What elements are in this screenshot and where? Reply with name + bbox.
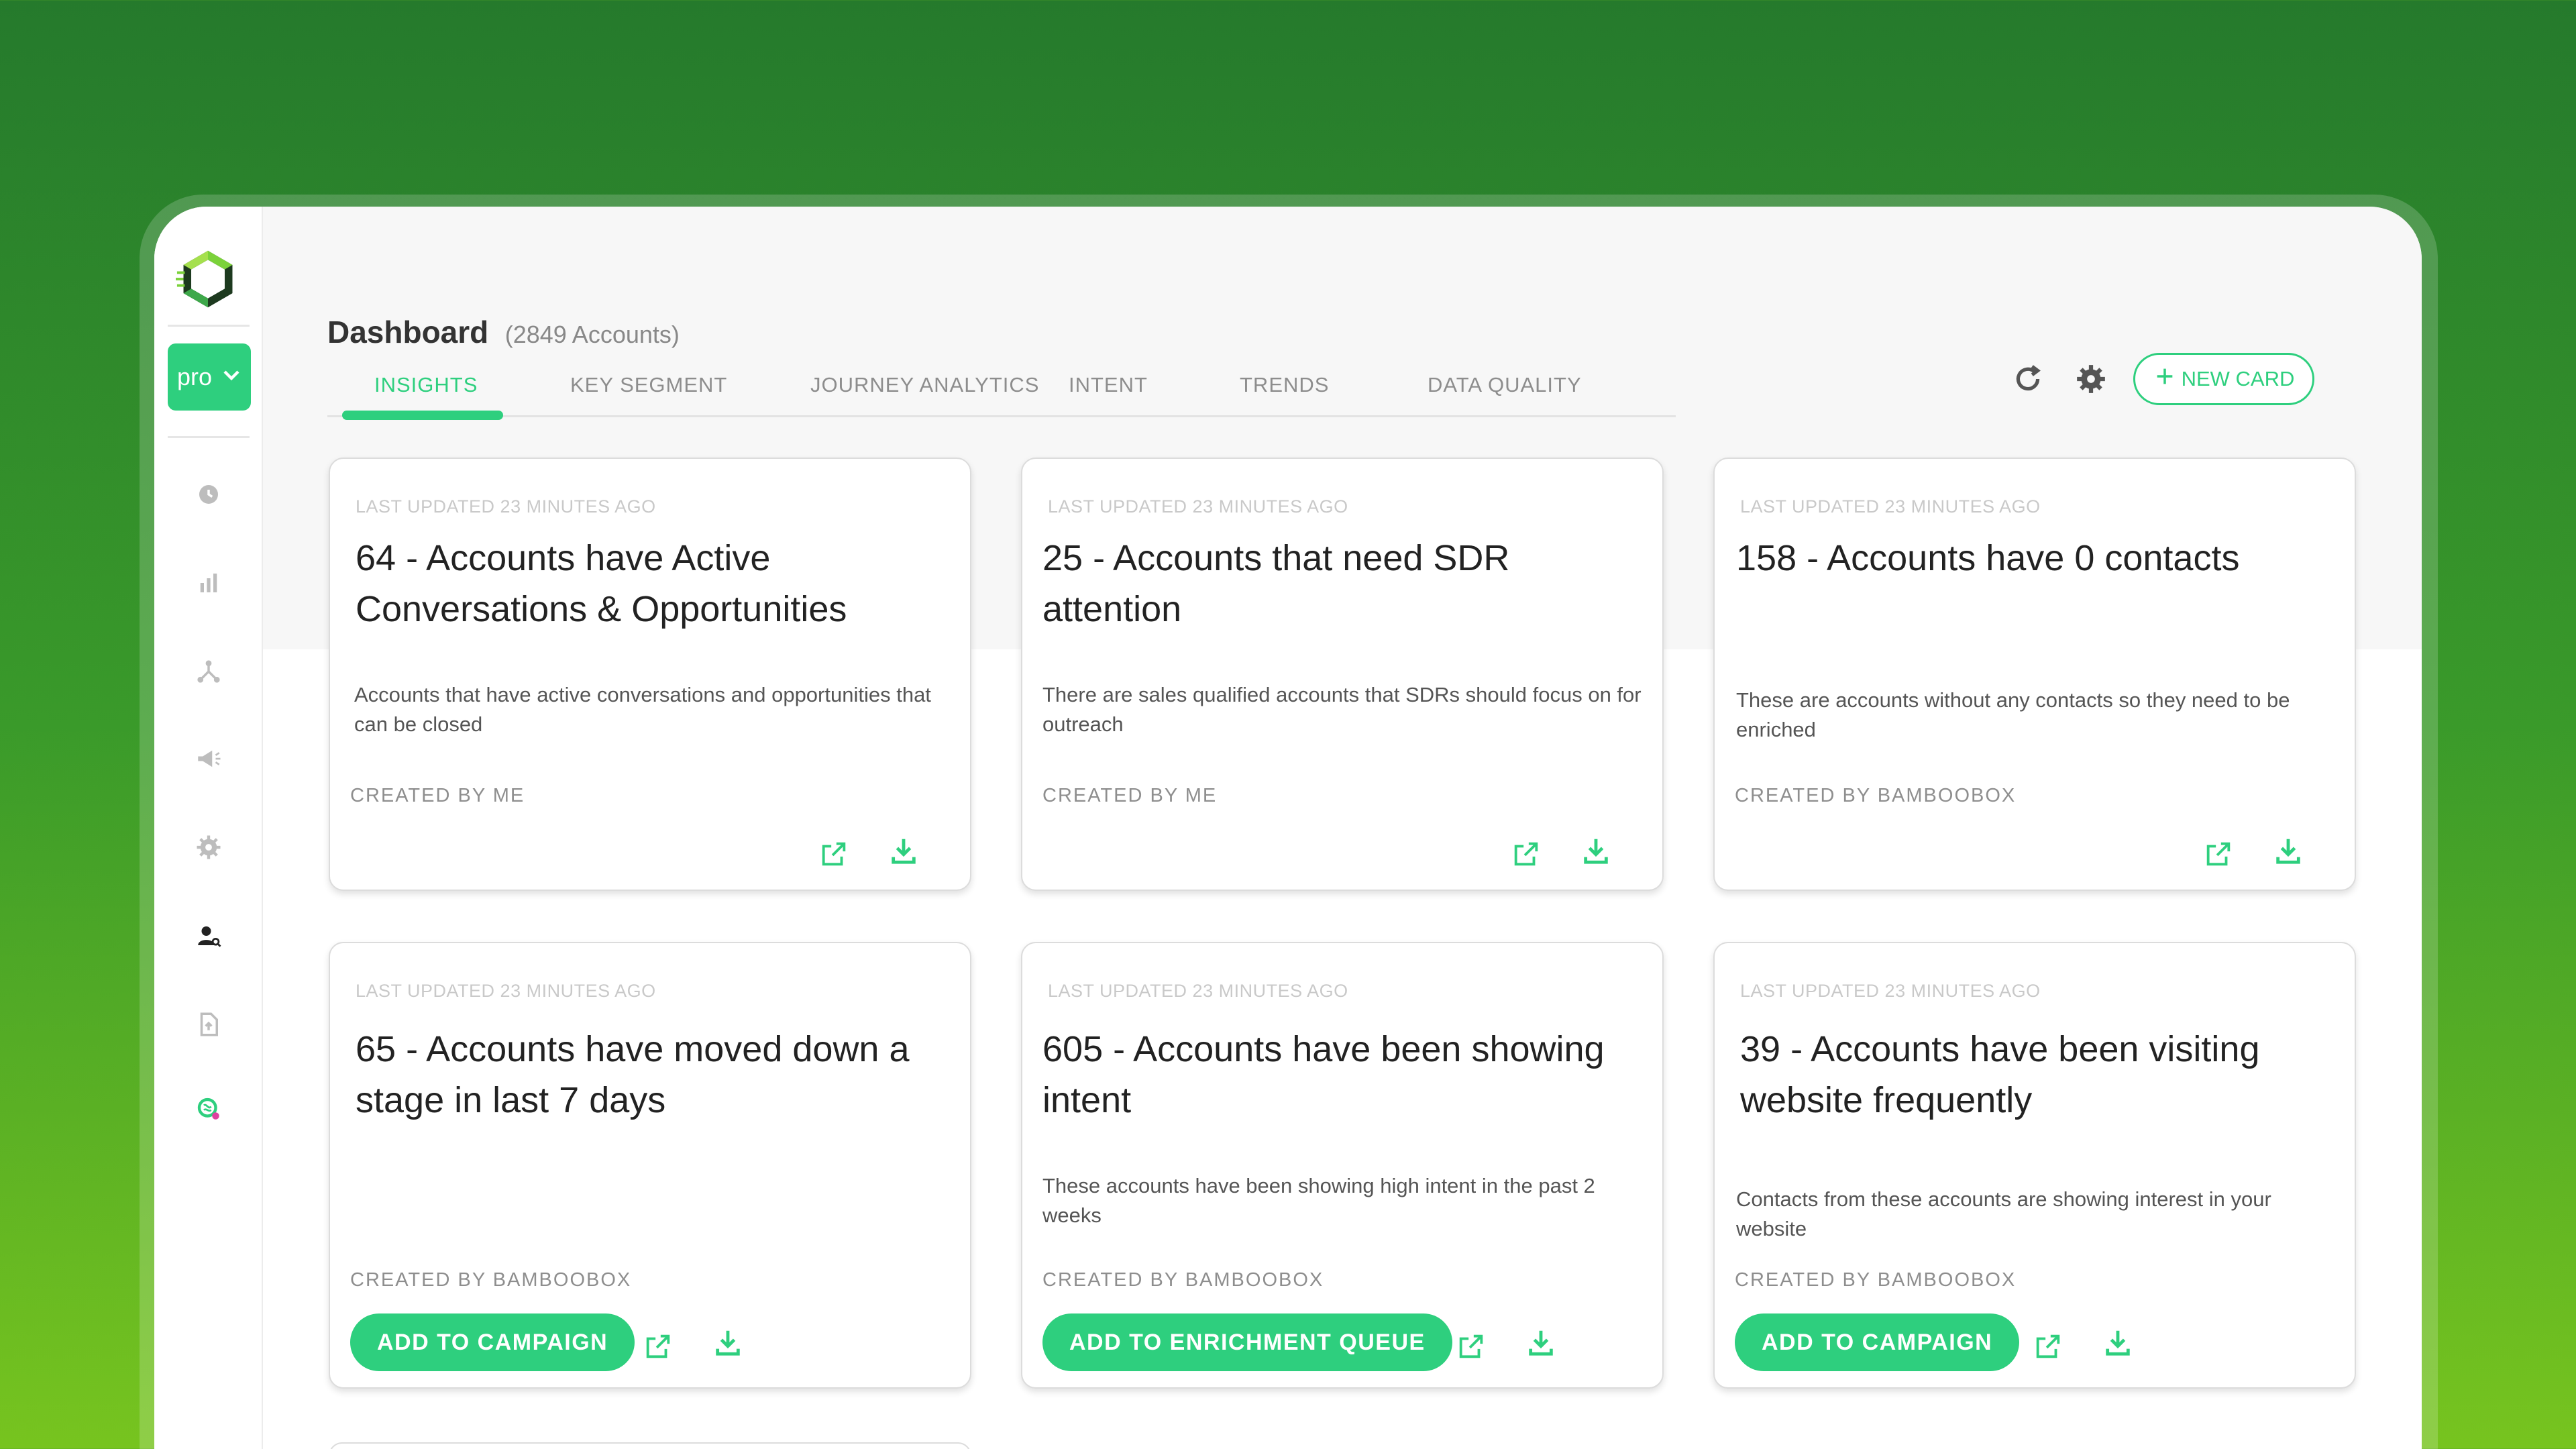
tab-key-segment[interactable]: KEY SEGMENT (570, 373, 727, 397)
add-to-campaign-button[interactable]: ADD TO CAMPAIGN (350, 1313, 635, 1371)
file-upload-icon[interactable] (189, 1005, 228, 1044)
tab-journey-analytics[interactable]: JOURNEY ANALYTICS (810, 373, 1039, 397)
open-external-icon[interactable] (814, 835, 853, 873)
megaphone-icon[interactable] (189, 739, 228, 778)
hexagon-logo-icon[interactable] (176, 247, 240, 311)
plan-dropdown[interactable]: pro (168, 343, 251, 411)
brain-icon[interactable] (189, 1089, 228, 1128)
sidebar-divider (168, 436, 250, 438)
tab-insights[interactable]: INSIGHTS (374, 373, 478, 397)
new-card-button[interactable]: NEW CARD (2133, 353, 2314, 405)
gear-icon[interactable] (189, 828, 228, 867)
insight-card[interactable]: LAST UPDATED 23 MINUTES AGO 64 - Account… (329, 458, 971, 891)
card-title: 39 - Accounts have been visiting website… (1740, 1029, 2260, 1120)
card-updated: LAST UPDATED 23 MINUTES AGO (1048, 496, 1348, 517)
tab-intent[interactable]: INTENT (1069, 373, 1148, 397)
sidebar: pro (154, 207, 263, 1449)
new-card-label: NEW CARD (2181, 367, 2295, 390)
tab-bar: INSIGHTS KEY SEGMENT JOURNEY ANALYTICS I… (327, 360, 1676, 420)
open-external-icon[interactable] (2199, 835, 2238, 873)
insight-card[interactable]: LAST UPDATED 23 MINUTES AGO 158 - Accoun… (1713, 458, 2356, 891)
add-to-enrichment-queue-button[interactable]: ADD TO ENRICHMENT QUEUE (1042, 1313, 1452, 1371)
account-count: (2849 Accounts) (504, 321, 680, 348)
card-creator: CREATED BY BAMBOOBOX (350, 1269, 632, 1291)
download-icon[interactable] (2098, 1323, 2137, 1362)
card-description: These are accounts without any contacts … (1736, 688, 2290, 741)
open-external-icon[interactable] (2029, 1327, 2068, 1366)
active-tab-indicator (342, 411, 503, 420)
card-creator: CREATED BY BAMBOOBOX (1735, 1269, 2017, 1291)
page-header: Dashboard (2849 Accounts) (327, 314, 680, 350)
card-description: These accounts have been showing high in… (1042, 1174, 1595, 1227)
bar-chart-icon[interactable] (189, 564, 228, 602)
gear-icon[interactable] (2070, 358, 2112, 400)
card-creator: CREATED BY BAMBOOBOX (1735, 785, 2017, 806)
download-icon[interactable] (708, 1323, 747, 1362)
insight-card[interactable]: LAST UPDATED 23 MINUTES AGO 605 - Accoun… (1021, 942, 1664, 1389)
user-search-icon[interactable] (189, 916, 228, 955)
refresh-icon[interactable] (2007, 358, 2049, 400)
open-external-icon[interactable] (1452, 1327, 1491, 1366)
card-updated: LAST UPDATED 23 MINUTES AGO (1048, 981, 1348, 1001)
download-icon[interactable] (2269, 831, 2308, 870)
card-description: Accounts that have active conversations … (354, 683, 931, 736)
card-updated: LAST UPDATED 23 MINUTES AGO (356, 496, 656, 517)
card-updated: LAST UPDATED 23 MINUTES AGO (1740, 981, 2041, 1001)
clock-icon[interactable] (189, 475, 228, 514)
card-updated: LAST UPDATED 23 MINUTES AGO (356, 981, 656, 1001)
insight-card[interactable]: LAST UPDATED 23 MINUTES AGO 25 - Account… (1021, 458, 1664, 891)
plus-icon (2153, 365, 2176, 393)
open-external-icon[interactable] (1507, 835, 1546, 873)
plan-label: pro (176, 363, 213, 390)
card-description: Contacts from these accounts are showing… (1736, 1187, 2271, 1240)
tab-data-quality[interactable]: DATA QUALITY (1428, 373, 1582, 397)
sidebar-divider (168, 325, 250, 327)
card-updated: LAST UPDATED 23 MINUTES AGO (1740, 496, 2041, 517)
chevron-down-icon (221, 363, 241, 391)
insight-card[interactable]: LAST UPDATED 23 MINUTES AGO 65 - Account… (329, 942, 971, 1389)
open-external-icon[interactable] (639, 1327, 678, 1366)
card-title: 158 - Accounts have 0 contacts (1736, 538, 2240, 578)
insight-card[interactable]: LAST UPDATED 23 MINUTES AGO 39 - Account… (1713, 942, 2356, 1389)
tab-trends[interactable]: TRENDS (1240, 373, 1329, 397)
card-creator: CREATED BY ME (350, 785, 525, 806)
card-title: 605 - Accounts have been showing intent (1042, 1029, 1605, 1120)
download-icon[interactable] (1576, 831, 1615, 870)
add-to-campaign-button[interactable]: ADD TO CAMPAIGN (1735, 1313, 2020, 1371)
card-title: 64 - Accounts have Active Conversations … (356, 538, 847, 629)
card-description: There are sales qualified accounts that … (1042, 683, 1642, 736)
card-creator: CREATED BY ME (1042, 785, 1218, 806)
network-icon[interactable] (189, 652, 228, 691)
card-title: 65 - Accounts have moved down a stage in… (356, 1029, 910, 1120)
insight-card[interactable] (329, 1442, 971, 1449)
download-icon[interactable] (884, 831, 923, 870)
card-title: 25 - Accounts that need SDR attention (1042, 538, 1510, 629)
page-title: Dashboard (327, 315, 489, 350)
download-icon[interactable] (1521, 1323, 1560, 1362)
card-creator: CREATED BY BAMBOOBOX (1042, 1269, 1324, 1291)
